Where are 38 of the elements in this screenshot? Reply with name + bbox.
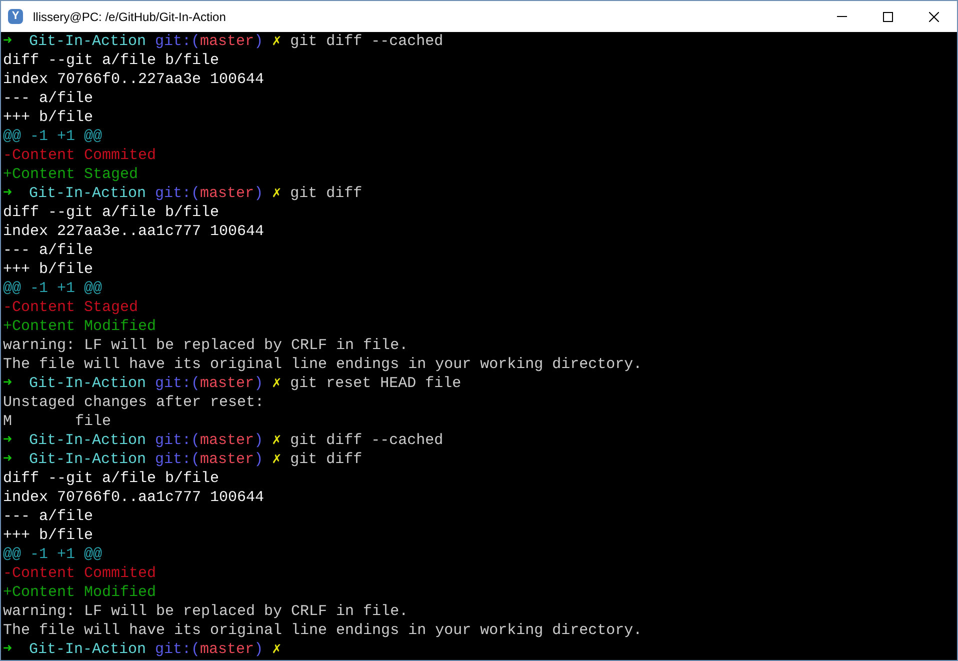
diff-header-line: --- a/file [3,507,94,526]
added-line: +Content Modified [3,317,156,336]
app-logo: Y [8,9,23,24]
prompt-line: ➜ Git-In-Action git:(master) ✗ git diff [3,450,362,469]
hunk-header-line: @@ -1 +1 @@ [3,545,102,564]
maximize-icon [883,12,893,22]
diff-header-line: diff --git a/file b/file [3,469,220,488]
prompt-line: ➜ Git-In-Action git:(master) ✗ git diff [3,184,362,203]
diff-header-line: diff --git a/file b/file [3,203,220,222]
output-line: The file will have its original line endings in your working directory. [3,355,642,374]
removed-line: -Content Staged [3,298,138,317]
close-icon [929,12,939,22]
removed-line: -Content Commited [3,146,156,165]
added-line: +Content Staged [3,165,138,184]
output-line: warning: LF will be replaced by CRLF in file. [3,602,408,621]
removed-line: -Content Commited [3,564,156,583]
output-line: warning: LF will be replaced by CRLF in file. [3,336,408,355]
hunk-header-line: @@ -1 +1 @@ [3,279,102,298]
diff-header-line: index 70766f0..227aa3e 100644 [3,70,264,89]
diff-header-line: index 227aa3e..aa1c777 100644 [3,222,264,241]
window-title: llissery@PC: /e/GitHub/Git-In-Action [33,10,226,24]
output-line: M file [3,412,112,431]
output-line: Unstaged changes after reset: [3,393,264,412]
diff-header-line: index 70766f0..aa1c777 100644 [3,488,264,507]
diff-header-line: +++ b/file [3,108,94,127]
diff-header-line: +++ b/file [3,260,94,279]
diff-header-line: --- a/file [3,89,94,108]
prompt-line: ➜ Git-In-Action git:(master) ✗ [3,640,282,659]
output-line: The file will have its original line endings in your working directory. [3,621,642,640]
diff-header-line: diff --git a/file b/file [3,51,220,70]
hunk-header-line: @@ -1 +1 @@ [3,127,102,146]
diff-header-line: +++ b/file [3,526,94,545]
prompt-line: ➜ Git-In-Action git:(master) ✗ git reset HEAD file [3,374,462,393]
prompt-line: ➜ Git-In-Action git:(master) ✗ git diff --cached [3,431,444,450]
added-line: +Content Modified [3,583,156,602]
prompt-line: ➜ Git-In-Action git:(master) ✗ git diff --cached [3,32,444,51]
diff-header-line: --- a/file [3,241,94,260]
minimize-icon [837,16,847,17]
